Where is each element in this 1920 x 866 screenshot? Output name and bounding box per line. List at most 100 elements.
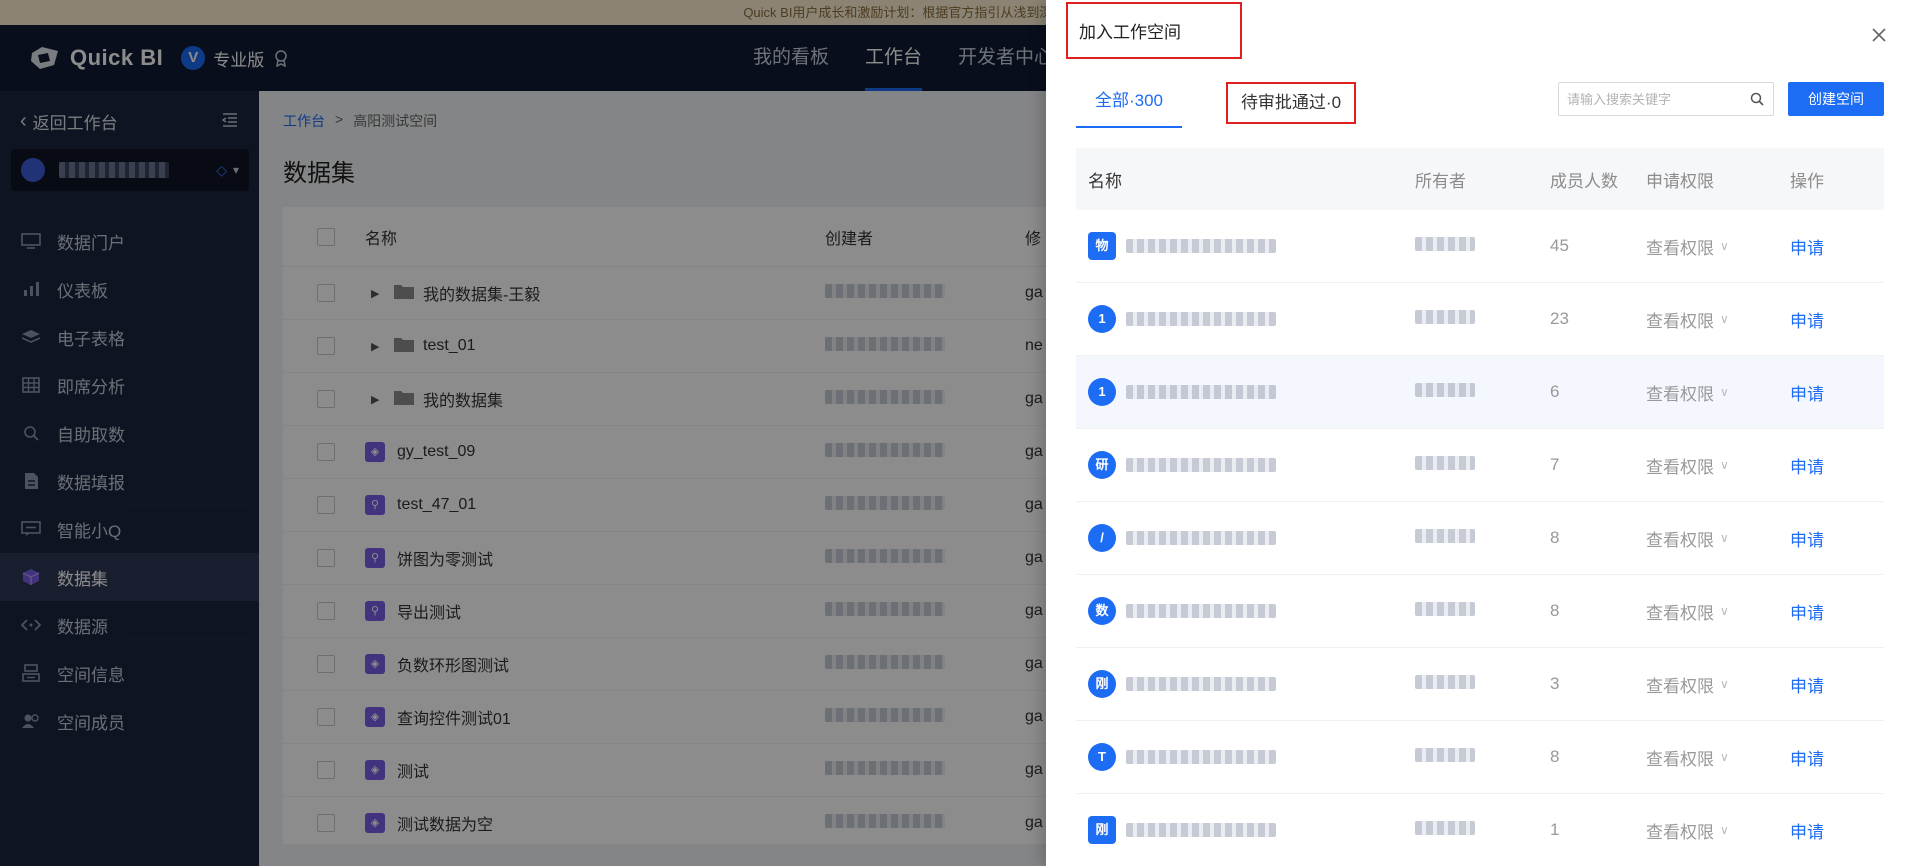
workspace-avatar: 1 [1088,305,1116,333]
owner-cell [1415,674,1550,694]
workspace-name-blurred [1126,823,1276,837]
workspace-name-blurred [1126,677,1276,691]
permission-select[interactable]: 查看权限 ∨ [1646,745,1790,770]
workspace-avatar: 数 [1088,597,1116,625]
workspace-row: / 8 查看权限 ∨ 申请 [1076,502,1884,575]
chevron-down-icon: ∨ [1720,385,1729,399]
workspace-name-blurred [1126,385,1276,399]
apply-link[interactable]: 申请 [1790,234,1884,259]
permission-select[interactable]: 查看权限 ∨ [1646,818,1790,843]
member-count: 45 [1550,236,1569,255]
chevron-down-icon: ∨ [1720,239,1729,253]
workspace-avatar: / [1088,524,1116,552]
owner-cell [1415,820,1550,840]
owner-blurred [1415,675,1475,689]
owner-cell [1415,309,1550,329]
owner-blurred [1415,237,1475,251]
member-count: 6 [1550,382,1560,401]
owner-cell [1415,382,1550,402]
apply-link[interactable]: 申请 [1790,599,1884,624]
owner-cell [1415,455,1550,475]
workspace-name-blurred [1126,239,1276,253]
chevron-down-icon: ∨ [1720,458,1729,472]
workspace-name-cell: 研 [1076,451,1415,479]
chevron-down-icon: ∨ [1720,531,1729,545]
search-box [1558,82,1774,116]
chevron-down-icon: ∨ [1720,823,1729,837]
workspace-avatar: 刚 [1088,816,1116,844]
permission-label: 查看权限 [1646,603,1714,623]
workspace-row: 研 7 查看权限 ∨ 申请 [1076,429,1884,502]
workspace-table: 名称 所有者 成员人数 申请权限 操作 物 45 查看权限 ∨ 申请 1 23 查看权限 ∨ 申请… [1076,148,1884,866]
member-count: 8 [1550,528,1560,547]
close-icon[interactable] [1870,26,1888,44]
workspace-name-cell: 刚 [1076,816,1415,844]
column-permission: 申请权限 [1646,171,1714,191]
owner-blurred [1415,602,1475,616]
permission-select[interactable]: 查看权限 ∨ [1646,380,1790,405]
permission-select[interactable]: 查看权限 ∨ [1646,307,1790,332]
column-members: 成员人数 [1550,171,1618,191]
apply-link[interactable]: 申请 [1790,526,1884,551]
workspace-row: 1 6 查看权限 ∨ 申请 [1076,356,1884,429]
search-input[interactable] [1567,91,1749,107]
workspace-avatar: T [1088,743,1116,771]
owner-blurred [1415,383,1475,397]
permission-select[interactable]: 查看权限 ∨ [1646,672,1790,697]
apply-link[interactable]: 申请 [1790,380,1884,405]
apply-link[interactable]: 申请 [1790,672,1884,697]
permission-label: 查看权限 [1646,530,1714,550]
member-count: 3 [1550,674,1560,693]
workspace-name-cell: T [1076,743,1415,771]
workspace-row: T 8 查看权限 ∨ 申请 [1076,721,1884,794]
column-name: 名称 [1088,171,1122,191]
column-action: 操作 [1790,171,1824,191]
owner-blurred [1415,310,1475,324]
owner-blurred [1415,748,1475,762]
workspace-name-blurred [1126,312,1276,326]
workspace-avatar: 刚 [1088,670,1116,698]
workspace-table-header: 名称 所有者 成员人数 申请权限 操作 [1076,148,1884,210]
tab-all[interactable]: 全部·300 [1076,78,1182,128]
tab-pending[interactable]: 待审批通过·0 [1226,82,1356,124]
permission-label: 查看权限 [1646,457,1714,477]
workspace-table-body: 物 45 查看权限 ∨ 申请 1 23 查看权限 ∨ 申请 1 6 查看权限 ∨ 申请研 7 查看权限 ∨ 申请/8… [1076,210,1884,866]
workspace-name-cell: 刚 [1076,670,1415,698]
member-count: 23 [1550,309,1569,328]
permission-select[interactable]: 查看权限 ∨ [1646,453,1790,478]
search-icon[interactable] [1749,91,1765,107]
permission-label: 查看权限 [1646,749,1714,769]
chevron-down-icon: ∨ [1720,750,1729,764]
owner-cell [1415,528,1550,548]
owner-blurred [1415,456,1475,470]
permission-select[interactable]: 查看权限 ∨ [1646,599,1790,624]
column-owner: 所有者 [1415,171,1466,191]
apply-link[interactable]: 申请 [1790,453,1884,478]
workspace-row: 1 23 查看权限 ∨ 申请 [1076,283,1884,356]
create-space-button[interactable]: 创建空间 [1788,82,1884,116]
member-count: 7 [1550,455,1560,474]
workspace-name-blurred [1126,604,1276,618]
workspace-name-cell: / [1076,524,1415,552]
join-workspace-drawer: 加入工作空间 全部·300 待审批通过·0 创建空间 名称 所有者 成员人数 申… [1046,0,1920,866]
permission-label: 查看权限 [1646,384,1714,404]
permission-label: 查看权限 [1646,822,1714,842]
permission-label: 查看权限 [1646,311,1714,331]
chevron-down-icon: ∨ [1720,312,1729,326]
workspace-name-cell: 1 [1076,305,1415,333]
apply-link[interactable]: 申请 [1790,745,1884,770]
permission-select[interactable]: 查看权限 ∨ [1646,526,1790,551]
permission-label: 查看权限 [1646,238,1714,258]
workspace-avatar: 物 [1088,232,1116,260]
workspace-name-cell: 数 [1076,597,1415,625]
workspace-avatar: 研 [1088,451,1116,479]
workspace-row: 刚 3 查看权限 ∨ 申请 [1076,648,1884,721]
apply-link[interactable]: 申请 [1790,818,1884,843]
permission-select[interactable]: 查看权限 ∨ [1646,234,1790,259]
workspace-name-cell: 1 [1076,378,1415,406]
apply-link[interactable]: 申请 [1790,307,1884,332]
workspace-row: 物 45 查看权限 ∨ 申请 [1076,210,1884,283]
workspace-name-blurred [1126,750,1276,764]
owner-blurred [1415,529,1475,543]
workspace-name-blurred [1126,531,1276,545]
